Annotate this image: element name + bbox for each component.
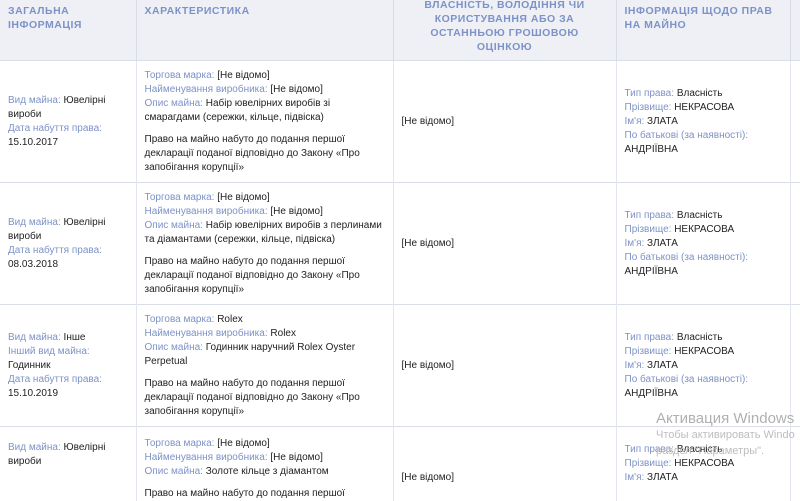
table-row: Вид майна: Ювелірні вироби Торгова марка…: [0, 427, 800, 501]
table-row: Вид майна: Ювелірні вироби Дата набуття …: [0, 183, 800, 305]
header-value: власність, володіння чи користування або…: [393, 0, 616, 61]
rights-cell: Тип права: Власність Прізвище: НЕКРАСОВА…: [616, 61, 790, 183]
extra-cell: [790, 183, 800, 305]
value-cell: [Не відомо]: [393, 61, 616, 183]
characteristics-cell: Торгова марка: Rolex Найменування виробн…: [136, 305, 393, 427]
value-cell: [Не відомо]: [393, 427, 616, 501]
extra-cell: [790, 427, 800, 501]
general-cell: Вид майна: Ювелірні вироби Дата набуття …: [0, 183, 136, 305]
rights-cell: Тип права: Власність Прізвище: НЕКРАСОВА…: [616, 305, 790, 427]
header-extra: [790, 0, 800, 61]
header-characteristics: Характеристика: [136, 0, 393, 61]
general-cell: Вид майна: Ювелірні вироби: [0, 427, 136, 501]
extra-cell: [790, 61, 800, 183]
extra-cell: [790, 305, 800, 427]
assets-table: Загальна інформація Характеристика власн…: [0, 0, 800, 501]
characteristics-cell: Торгова марка: [Не відомо] Найменування …: [136, 183, 393, 305]
value-cell: [Не відомо]: [393, 305, 616, 427]
characteristics-cell: Торгова марка: [Не відомо] Найменування …: [136, 427, 393, 501]
table-row: Вид майна: Інше Інший вид майна: Годинни…: [0, 305, 800, 427]
value-cell: [Не відомо]: [393, 183, 616, 305]
characteristics-cell: Торгова марка: [Не відомо] Найменування …: [136, 61, 393, 183]
table-header-row: Загальна інформація Характеристика власн…: [0, 0, 800, 61]
rights-cell: Тип права: Власність Прізвище: НЕКРАСОВА…: [616, 183, 790, 305]
general-cell: Вид майна: Ювелірні вироби Дата набуття …: [0, 61, 136, 183]
general-cell: Вид майна: Інше Інший вид майна: Годинни…: [0, 305, 136, 427]
table-row: Вид майна: Ювелірні вироби Дата набуття …: [0, 61, 800, 183]
header-general: Загальна інформація: [0, 0, 136, 61]
header-rights: Інформація щодо прав на майно: [616, 0, 790, 61]
rights-cell: Тип права: Власність Прізвище: НЕКРАСОВА…: [616, 427, 790, 501]
